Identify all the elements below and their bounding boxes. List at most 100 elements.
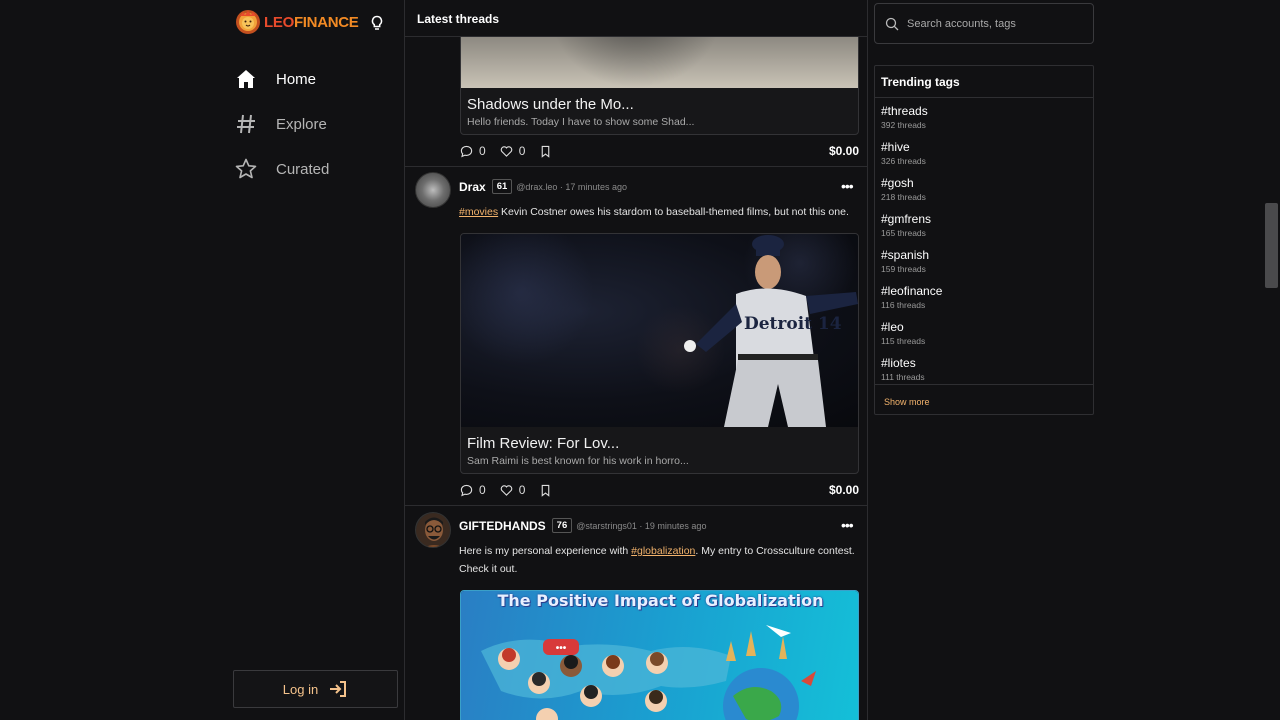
more-icon[interactable]: •••	[841, 517, 854, 533]
tag-name: #spanish	[881, 248, 930, 262]
left-sidebar: LEOFINANCE Home Explore Curated Log in	[0, 0, 404, 720]
comment-icon[interactable]	[460, 484, 473, 497]
heart-icon[interactable]	[500, 484, 513, 497]
post-text: #movies Kevin Costner owes his stardom t…	[459, 203, 859, 221]
card-description: Sam Raimi is best known for his work in …	[467, 455, 689, 467]
payout-amount: $0.00	[828, 144, 859, 158]
trending-divider	[875, 384, 1093, 385]
tag-name: #liotes	[881, 356, 916, 370]
author-name[interactable]: Drax	[459, 180, 486, 194]
heart-icon[interactable]	[500, 145, 513, 158]
login-button[interactable]: Log in	[233, 670, 398, 708]
payout-amount: $0.00	[828, 483, 859, 497]
tag-count: 159 threads	[881, 264, 926, 274]
post-actions: 0 0 $0.00	[460, 481, 859, 499]
trending-tag[interactable]: #gmfrens 165 threads	[881, 212, 931, 238]
like-count: 0	[518, 483, 526, 497]
post-text: Here is my personal experience with #glo…	[459, 542, 859, 578]
trending-tag[interactable]: #leo 115 threads	[881, 320, 925, 346]
trending-title: Trending tags	[881, 75, 960, 89]
nav-curated-label: Curated	[276, 160, 330, 178]
login-label: Log in	[282, 681, 319, 697]
nav-explore-label: Explore	[276, 115, 327, 133]
search-input[interactable]	[907, 17, 1087, 30]
tag-count: 115 threads	[881, 336, 926, 346]
avatar[interactable]	[415, 512, 451, 548]
handle-and-time: @starstrings01 · 19 minutes ago	[576, 520, 707, 531]
avatar-face-icon	[416, 513, 450, 547]
tag-count: 392 threads	[881, 120, 926, 130]
trending-tags-panel: Trending tags #threads 392 threads #hive…	[874, 65, 1094, 415]
reply-count: 0	[479, 483, 486, 497]
brand-name: LEOFINANCE	[264, 13, 359, 31]
card-title: Film Review: For Lov...	[467, 435, 620, 452]
nav-explore[interactable]: Explore	[234, 109, 327, 139]
globalization-image: The Positive Impact of Globalization •••	[461, 591, 858, 720]
lightbulb-icon[interactable]	[370, 15, 384, 31]
nav-home[interactable]: Home	[234, 64, 316, 94]
more-icon[interactable]: •••	[841, 178, 854, 194]
trending-divider	[875, 97, 1093, 98]
trending-tag[interactable]: #liotes 111 threads	[881, 356, 925, 382]
reputation-badge: 76	[551, 518, 573, 533]
trending-tag[interactable]: #spanish 159 threads	[881, 248, 929, 274]
feed-title: Latest threads	[417, 12, 500, 26]
star-icon	[235, 158, 257, 179]
post-body-start: Here is my personal experience with	[459, 545, 632, 557]
tag-name: #gmfrens	[881, 212, 932, 226]
comment-icon[interactable]	[460, 145, 473, 158]
post-image[interactable]: The Positive Impact of Globalization •••	[460, 590, 859, 720]
bookmark-icon[interactable]	[539, 145, 552, 158]
tag-name: #leo	[881, 320, 904, 334]
jersey-text: Detroit 14	[744, 314, 842, 334]
tag-name: #threads	[881, 104, 928, 118]
hashtag-link[interactable]: #movies	[459, 206, 498, 218]
tag-name: #hive	[881, 140, 910, 154]
link-preview-card[interactable]: Detroit 14 Film Review: For Lov... Sam R…	[460, 233, 859, 474]
tag-name: #gosh	[881, 176, 914, 190]
preview-image: Detroit 14	[461, 234, 858, 427]
post-actions: 0 0 $0.00	[460, 142, 859, 160]
tag-count: 111 threads	[881, 372, 925, 382]
trending-tag[interactable]: #leofinance 116 threads	[881, 284, 942, 310]
nav-home-label: Home	[276, 70, 317, 88]
trending-tag[interactable]: #threads 392 threads	[881, 104, 928, 130]
search-box[interactable]	[874, 3, 1094, 44]
svg-text:•••: •••	[556, 643, 567, 654]
pitcher-figure: Detroit 14	[684, 235, 858, 427]
feed-header: Latest threads	[405, 0, 867, 37]
tag-count: 326 threads	[881, 156, 926, 166]
post-body: Kevin Costner owes his stardom to baseba…	[498, 206, 849, 218]
author-name[interactable]: GIFTEDHANDS	[459, 519, 546, 533]
threads-feed: Latest threads Shadows under the Mo... H…	[404, 0, 868, 720]
card-title: Shadows under the Mo...	[467, 96, 634, 113]
tag-name: #leofinance	[881, 284, 943, 298]
scrollbar-thumb[interactable]	[1265, 203, 1278, 288]
reply-count: 0	[479, 144, 486, 158]
tag-count: 218 threads	[881, 192, 926, 202]
post-divider	[405, 505, 867, 506]
post-divider	[405, 166, 867, 167]
post-header: GIFTEDHANDS 76 @starstrings01 · 19 minut…	[459, 518, 706, 533]
brand-logo[interactable]: LEOFINANCE	[234, 8, 359, 36]
avatar[interactable]	[415, 172, 451, 208]
trending-tag[interactable]: #hive 326 threads	[881, 140, 926, 166]
trending-tag[interactable]: #gosh 218 threads	[881, 176, 926, 202]
tag-count: 116 threads	[881, 300, 926, 310]
post-header: Drax 61 @drax.leo · 17 minutes ago	[459, 179, 627, 194]
tag-count: 165 threads	[881, 228, 926, 238]
hashtag-link[interactable]: #globalization	[631, 545, 695, 557]
search-icon	[885, 17, 899, 30]
bookmark-icon[interactable]	[539, 484, 552, 497]
home-icon	[237, 70, 255, 88]
scrollbar-track[interactable]	[1264, 0, 1280, 720]
show-more-link[interactable]: Show more	[884, 397, 930, 407]
reputation-badge: 61	[491, 179, 513, 194]
login-arrow-icon	[330, 681, 347, 697]
lion-logo-icon	[236, 10, 260, 34]
card-description: Hello friends. Today I have to show some…	[467, 116, 695, 128]
like-count: 0	[518, 144, 526, 158]
nav-curated[interactable]: Curated	[234, 154, 329, 184]
image-title: The Positive Impact of Globalization	[497, 591, 824, 610]
world-map-illustration: •••	[481, 625, 816, 720]
